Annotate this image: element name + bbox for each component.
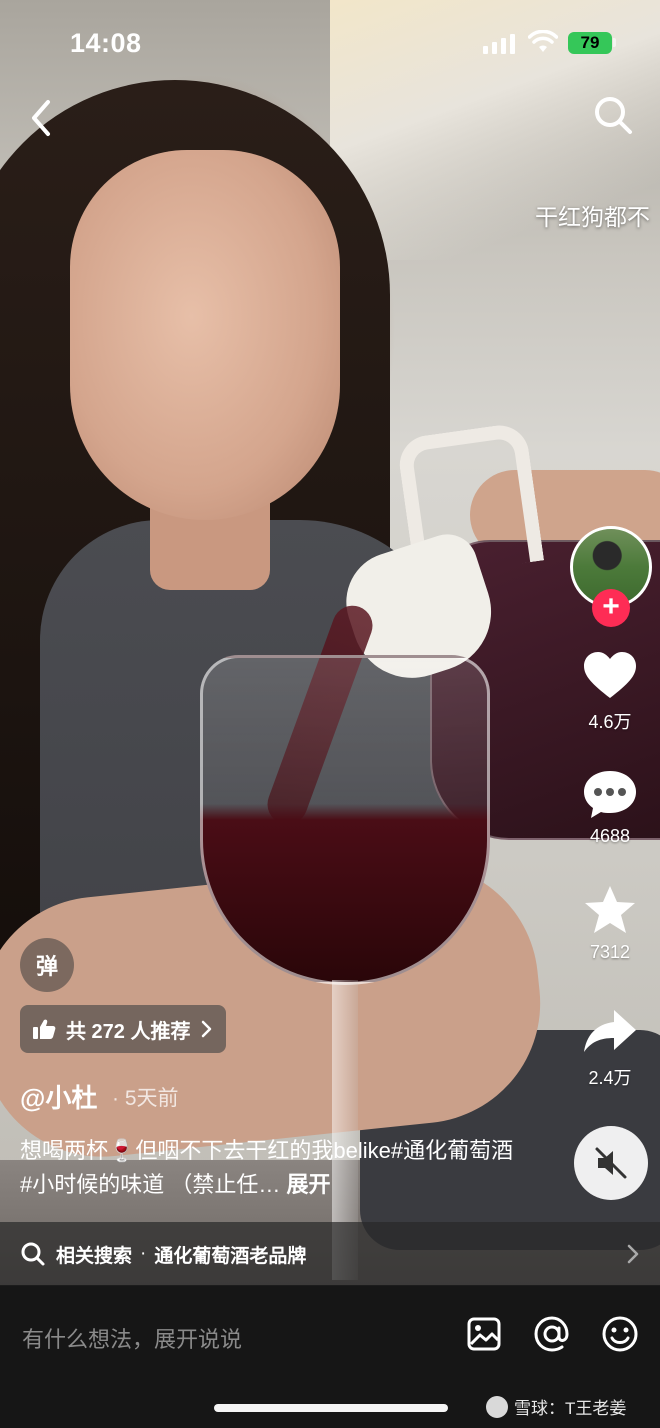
comment-input[interactable]: 有什么想法，展开说说 [22, 1322, 242, 1354]
related-search-label: 相关搜索 [56, 1245, 133, 1267]
video-caption[interactable]: 想喝两杯🍷但咽不下去干红的我belike#通化葡萄酒#小时候的味道 （禁止任… … [20, 1134, 520, 1202]
mute-button[interactable] [574, 1126, 648, 1200]
at-mention-icon[interactable] [532, 1314, 572, 1354]
wine-glass [200, 655, 490, 985]
related-search-bar[interactable]: 相关搜索 · 通化葡萄酒老品牌 [0, 1222, 660, 1286]
related-search-term: 通化葡萄酒老品牌 [154, 1245, 307, 1267]
comment-icon [584, 771, 636, 818]
cellular-signal-icon [483, 34, 515, 54]
battery-icon: 79 [568, 32, 612, 54]
watermark: 雪球：T王老姜 [486, 1394, 626, 1419]
related-search-separator: · [140, 1243, 147, 1264]
home-indicator[interactable] [214, 1404, 448, 1412]
image-icon[interactable] [466, 1316, 502, 1352]
caption-text: 想喝两杯🍷但咽不下去干红的我belike#通化葡萄酒#小时候的味道 （禁止任… [20, 1138, 514, 1197]
comment-button[interactable]: 4688 [565, 768, 655, 847]
comment-bar: 有什么想法，展开说说 雪球：T王老姜 [0, 1286, 660, 1428]
clock: 14:08 [70, 28, 142, 58]
danmaku-comment: 干红狗都不 [535, 204, 650, 230]
search-icon [21, 1242, 45, 1266]
person-face [70, 150, 340, 520]
share-arrow-icon [584, 1010, 636, 1052]
battery-cap [613, 38, 616, 47]
share-button[interactable]: 2.4万 [565, 1006, 655, 1090]
thumbs-up-icon [33, 1019, 56, 1039]
recommend-badge[interactable]: 共 272 人推荐 [20, 1005, 227, 1053]
recommend-text: 共 272 人推荐 [66, 1020, 191, 1043]
emoji-icon[interactable] [600, 1314, 640, 1354]
danmaku-toggle-button[interactable]: 弹 [20, 938, 74, 992]
back-icon[interactable] [24, 96, 64, 140]
wifi-icon [528, 30, 558, 52]
follow-button[interactable]: + [592, 589, 630, 627]
post-time: · 5天前 [112, 1087, 179, 1110]
like-count: 4.6万 [588, 712, 632, 732]
author-name[interactable]: @小杜 [20, 1078, 97, 1115]
watermark-text: 雪球：T王老姜 [514, 1399, 627, 1418]
danmaku-toggle-label: 弹 [35, 954, 58, 979]
speaker-muted-icon [595, 1147, 627, 1179]
search-icon[interactable] [592, 94, 634, 136]
like-button[interactable]: 4.6万 [565, 650, 655, 734]
chevron-right-icon [627, 1244, 639, 1264]
chevron-right-icon [202, 1020, 212, 1038]
comment-count: 4688 [589, 826, 631, 846]
favorite-button[interactable]: 7312 [565, 884, 655, 963]
heart-icon [584, 652, 636, 698]
caption-expand-link[interactable]: 展开 [286, 1172, 330, 1197]
video-frame[interactable] [0, 0, 660, 1285]
star-icon [585, 886, 635, 933]
snowball-logo-icon [486, 1395, 508, 1418]
author-avatar-group[interactable]: + [570, 526, 652, 627]
status-bar: 14:08 79 [0, 0, 660, 88]
battery-level: 79 [580, 33, 600, 52]
share-count: 2.4万 [588, 1068, 632, 1088]
favorite-count: 7312 [589, 942, 631, 962]
